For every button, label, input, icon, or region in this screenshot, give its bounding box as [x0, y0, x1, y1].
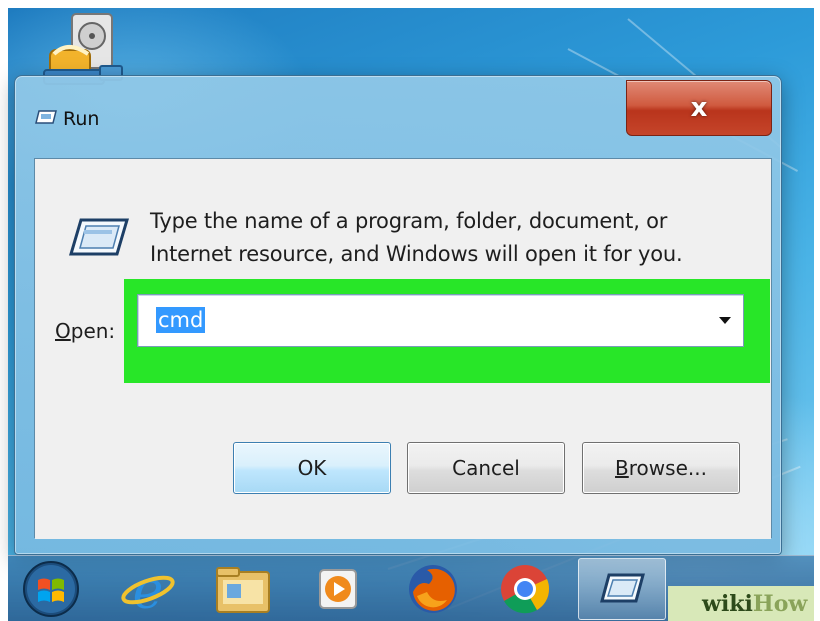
close-icon: x: [690, 93, 708, 123]
run-program-icon: [68, 218, 129, 256]
watermark-how: How: [752, 591, 808, 617]
close-button[interactable]: x: [626, 80, 772, 136]
open-input-value[interactable]: cmd: [156, 307, 206, 333]
instruction-text-line1: Type the name of a program, folder, docu…: [150, 209, 668, 233]
wikihow-watermark: wiki How: [668, 586, 814, 621]
firefox-icon[interactable]: [403, 562, 463, 616]
watermark-wiki: wiki: [702, 591, 753, 617]
internet-explorer-icon[interactable]: e: [118, 562, 178, 616]
cancel-button[interactable]: Cancel: [407, 442, 565, 494]
browse-accelerator: B: [615, 456, 629, 480]
chrome-icon[interactable]: [495, 562, 555, 616]
open-label-accelerator: O: [55, 319, 71, 343]
browse-label: rowse...: [628, 456, 707, 480]
dialog-client-area: Type the name of a program, folder, docu…: [34, 158, 772, 539]
taskbar: e wiki How: [8, 555, 814, 621]
ok-button[interactable]: OK: [233, 442, 391, 494]
run-title-icon: [35, 110, 57, 124]
browse-button[interactable]: Browse...: [582, 442, 740, 494]
title-bar[interactable]: Run x: [15, 76, 781, 148]
file-explorer-icon[interactable]: [213, 562, 273, 616]
open-combobox[interactable]: cmd: [137, 294, 744, 347]
window-title: Run: [63, 108, 100, 130]
open-label: Open:: [55, 319, 115, 343]
dropdown-arrow-icon[interactable]: [719, 317, 731, 324]
media-player-icon[interactable]: [308, 562, 368, 616]
run-dialog-window: Run x Type the name of a program, folder…: [14, 75, 782, 555]
instruction-text-line2: Internet resource, and Windows will open…: [150, 242, 683, 266]
taskbar-run-button[interactable]: [578, 558, 666, 620]
open-label-text: pen:: [70, 319, 116, 343]
run-taskbar-icon: [600, 573, 645, 603]
svg-text:e: e: [133, 562, 164, 616]
start-button-icon[interactable]: [22, 560, 80, 618]
